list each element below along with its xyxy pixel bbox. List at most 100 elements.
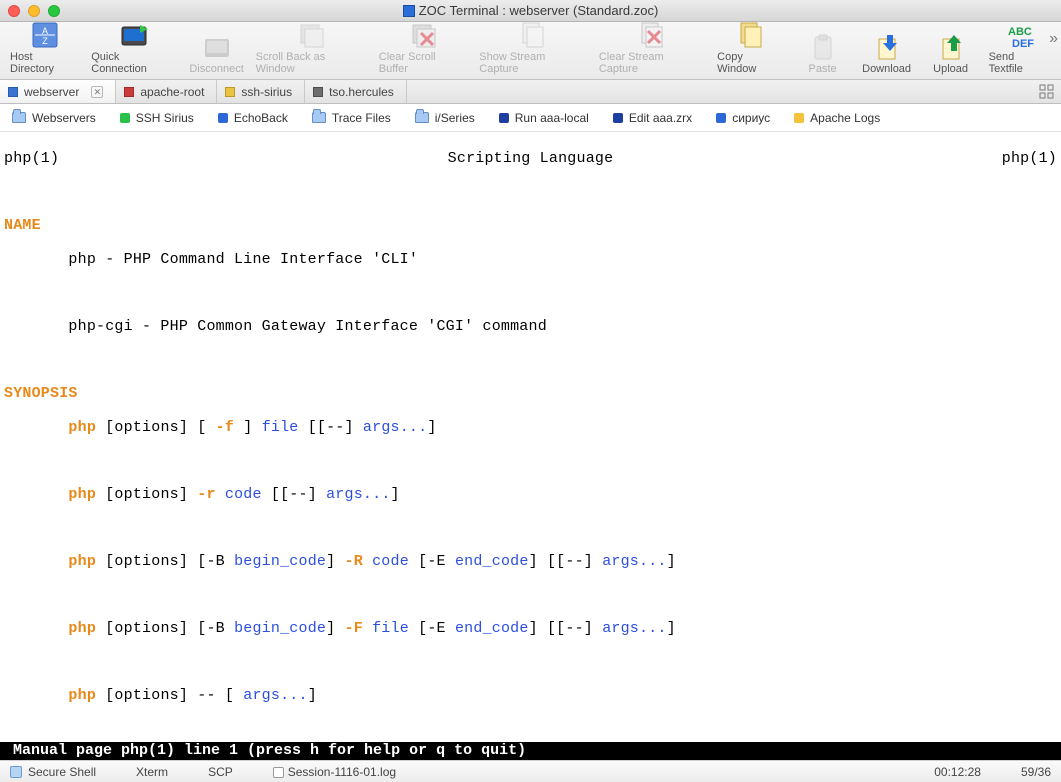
man-text: ] (308, 687, 317, 704)
man-text: ] (667, 553, 676, 570)
protocol-icon (10, 766, 22, 778)
show-stream-capture-button[interactable]: Show Stream Capture (475, 17, 591, 77)
quickbar-label: Webservers (32, 111, 96, 125)
man-text: [-B (197, 620, 225, 637)
svg-text:ABC: ABC (1008, 26, 1032, 38)
man-text: [-E (418, 553, 446, 570)
disconnect-icon (201, 31, 233, 63)
clear-scroll-icon (407, 19, 439, 51)
download-button[interactable]: Download (857, 29, 917, 77)
quickbar-folder-iseries[interactable]: i/Series (415, 111, 475, 125)
tab-label: ssh-sirius (241, 85, 292, 99)
host-directory-icon: AZ (29, 19, 61, 51)
quickbar-sirius-cyr[interactable]: сириус (716, 111, 770, 125)
tab-ssh-sirius[interactable]: ssh-sirius (217, 80, 305, 103)
quickbar-ssh-sirius[interactable]: SSH Sirius (120, 111, 194, 125)
toolbar-label: Show Stream Capture (479, 51, 587, 75)
man-text: ] (326, 553, 335, 570)
download-icon (871, 31, 903, 63)
send-textfile-icon: ABCDEF (1004, 19, 1036, 51)
man-cmd: php (68, 486, 96, 503)
quickbar-apache-logs[interactable]: Apache Logs (794, 111, 880, 125)
window-title: ZOC Terminal : webserver (Standard.zoc) (0, 3, 1061, 18)
toolbar-label: Host Directory (10, 51, 79, 75)
tab-close-button[interactable]: ✕ (91, 86, 103, 98)
paste-button[interactable]: Paste (793, 29, 853, 77)
toolbar-overflow-button[interactable]: » (1049, 30, 1055, 48)
copy-window-button[interactable]: Copy Window (713, 17, 788, 77)
svg-text:DEF: DEF (1012, 38, 1034, 50)
toolbar-label: Paste (809, 63, 837, 75)
toolbar-label: Scroll Back as Window (256, 51, 367, 75)
disconnect-button[interactable]: Disconnect (186, 29, 248, 77)
status-log: Session-1116-01.log (273, 765, 396, 779)
man-flag: -R (345, 553, 363, 570)
quickbar-label: SSH Sirius (136, 111, 194, 125)
man-arg: end_code (455, 553, 529, 570)
tab-status-icon (313, 87, 323, 97)
toolbar-label: Clear Stream Capture (599, 51, 705, 75)
statusbar: Secure Shell Xterm SCP Session-1116-01.l… (0, 760, 1061, 782)
man-flag: -f (216, 419, 234, 436)
paste-icon (807, 31, 839, 63)
man-text: [[--] (547, 620, 593, 637)
folder-icon (415, 112, 429, 123)
scroll-back-window-button[interactable]: Scroll Back as Window (252, 17, 371, 77)
man-text: [options] (105, 687, 188, 704)
clear-stream-capture-button[interactable]: Clear Stream Capture (595, 17, 709, 77)
man-text: php - PHP Command Line Interface 'CLI' (68, 251, 418, 268)
quick-connection-icon (118, 19, 150, 51)
quickbar-folder-webservers[interactable]: Webservers (12, 111, 96, 125)
toolbar-label: Download (862, 63, 911, 75)
send-textfile-button[interactable]: ABCDEF Send Textfile (985, 17, 1055, 77)
session-icon (716, 113, 726, 123)
tab-apache-root[interactable]: apache-root (116, 80, 217, 103)
tab-grid-button[interactable] (1039, 84, 1055, 100)
man-arg: code (372, 553, 409, 570)
man-arg: args... (602, 553, 666, 570)
quickbar-echoback[interactable]: EchoBack (218, 111, 288, 125)
tab-webserver[interactable]: webserver ✕ (0, 80, 116, 103)
man-arg: end_code (455, 620, 529, 637)
action-icon (499, 113, 509, 123)
man-flag: -r (197, 486, 215, 503)
tab-label: webserver (24, 85, 79, 99)
man-text: [-B (197, 553, 225, 570)
host-directory-button[interactable]: AZ Host Directory (6, 17, 83, 77)
tab-tso-hercules[interactable]: tso.hercules (305, 80, 407, 103)
upload-button[interactable]: Upload (921, 29, 981, 77)
log-checkbox[interactable] (273, 767, 284, 778)
quickbar-edit-aaa-zrx[interactable]: Edit aaa.zrx (613, 111, 692, 125)
toolbar-label: Quick Connection (91, 51, 177, 75)
man-text: [options] (105, 419, 188, 436)
man-text: [-E (418, 620, 446, 637)
pager-status-line: Manual page php(1) line 1 (press h for h… (0, 742, 1061, 760)
session-tabs: webserver ✕ apache-root ssh-sirius tso.h… (0, 80, 1061, 104)
quickbar-label: Trace Files (332, 111, 391, 125)
man-text: -- [ (197, 687, 234, 704)
toolbar-label: Upload (933, 63, 968, 75)
quickbar-run-aaa-local[interactable]: Run aaa-local (499, 111, 589, 125)
man-arg: file (262, 419, 299, 436)
clear-scroll-buffer-button[interactable]: Clear Scroll Buffer (375, 17, 472, 77)
status-terminal: Xterm (136, 765, 168, 779)
quickbar: Webservers SSH Sirius EchoBack Trace Fil… (0, 104, 1061, 132)
man-cmd: php (68, 620, 96, 637)
status-text: Secure Shell (28, 765, 96, 779)
upload-icon (935, 31, 967, 63)
man-arg: file (372, 620, 409, 637)
man-arg: code (225, 486, 262, 503)
pager-status-text: Manual page php(1) line 1 (press h for h… (4, 742, 526, 759)
terminal-view[interactable]: php(1)Scripting Languagephp(1) NAME php … (0, 132, 1061, 742)
quick-connection-button[interactable]: Quick Connection (87, 17, 181, 77)
man-text: [options] (105, 486, 188, 503)
man-text: ] (391, 486, 400, 503)
clear-stream-icon (636, 19, 668, 51)
man-cmd: php (68, 687, 96, 704)
man-text: ] (529, 620, 538, 637)
session-icon (218, 113, 228, 123)
quickbar-label: Apache Logs (810, 111, 880, 125)
quickbar-folder-trace-files[interactable]: Trace Files (312, 111, 391, 125)
folder-icon (312, 112, 326, 123)
tab-label: tso.hercules (329, 85, 394, 99)
